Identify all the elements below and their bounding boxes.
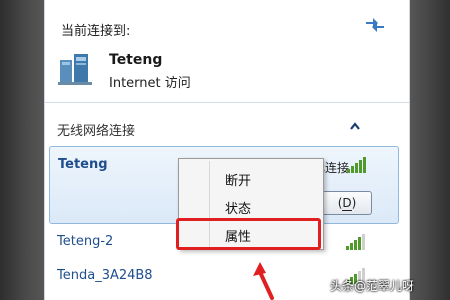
signal-strength-icon xyxy=(346,234,365,250)
disconnect-button[interactable]: (D) xyxy=(322,191,372,215)
current-connection-title: 当前连接到: xyxy=(61,24,131,39)
refresh-connections-icon[interactable] xyxy=(363,14,387,34)
pointer-arrow-icon xyxy=(253,262,274,300)
network-computer-icon xyxy=(58,54,92,85)
network-name: Teteng-2 xyxy=(57,234,114,249)
network-name: Tenda_3A24B8 xyxy=(57,268,153,283)
chevron-up-icon[interactable] xyxy=(349,121,361,131)
wireless-section-label: 无线网络连接 xyxy=(57,124,136,139)
menu-item-status[interactable]: 状态 xyxy=(183,193,319,219)
background-right xyxy=(410,0,450,300)
watermark: 头条@范翠儿呀 xyxy=(330,279,415,293)
signal-strength-icon xyxy=(347,157,366,173)
current-network-status: Internet 访问 xyxy=(109,76,191,91)
wireless-section-header[interactable]: 无线网络连接 xyxy=(45,108,409,144)
background-left xyxy=(0,0,44,300)
network-popup-panel: 当前连接到: Teteng Internet 访问 无线网络连接 Teteng … xyxy=(44,0,410,300)
properties-highlight-box xyxy=(176,218,321,250)
menu-item-disconnect[interactable]: 断开 xyxy=(183,165,319,191)
section-divider xyxy=(45,102,409,103)
network-name: Teteng xyxy=(58,157,108,172)
current-network-name: Teteng xyxy=(109,52,163,68)
